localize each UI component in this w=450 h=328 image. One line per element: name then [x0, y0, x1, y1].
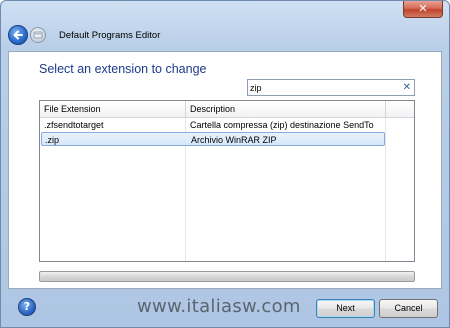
search-box[interactable]: ✕: [247, 79, 415, 96]
page-heading: Select an extension to change: [39, 62, 207, 76]
extension-list[interactable]: File Extension Description .zfsendtotarg…: [39, 100, 415, 262]
program-icon: [33, 31, 43, 39]
list-row[interactable]: .zfsendtotarget Cartella compressa (zip)…: [40, 118, 414, 132]
window-title: Default Programs Editor: [59, 30, 161, 41]
header-separator: [185, 101, 186, 117]
row-description: Archivio WinRAR ZIP: [191, 135, 277, 145]
program-icon-button: [30, 27, 46, 43]
column-header-extension[interactable]: File Extension: [44, 101, 101, 117]
back-arrow-icon: [13, 30, 23, 40]
watermark-text: www.italiasw.com: [137, 296, 301, 317]
row-extension: .zip: [45, 135, 60, 145]
search-input[interactable]: [250, 81, 398, 94]
next-button[interactable]: Next: [316, 299, 375, 318]
clear-search-icon[interactable]: ✕: [403, 81, 411, 94]
header-separator: [385, 101, 386, 117]
back-button[interactable]: [8, 25, 28, 45]
progress-bar: [39, 271, 415, 282]
list-header: File Extension Description: [40, 101, 414, 118]
cancel-button[interactable]: Cancel: [379, 299, 438, 318]
dialog-window: ✕ Default Programs Editor Select an exte…: [0, 0, 450, 328]
close-button[interactable]: ✕: [403, 1, 443, 18]
close-icon: ✕: [418, 2, 428, 15]
list-row-selected[interactable]: .zip Archivio WinRAR ZIP: [41, 132, 385, 146]
row-extension: .zfsendtotarget: [44, 120, 104, 130]
row-description: Cartella compressa (zip) destinazione Se…: [190, 120, 374, 130]
help-icon[interactable]: ?: [18, 298, 36, 316]
column-header-description[interactable]: Description: [190, 101, 235, 117]
content-panel: Select an extension to change ✕ File Ext…: [8, 51, 442, 289]
